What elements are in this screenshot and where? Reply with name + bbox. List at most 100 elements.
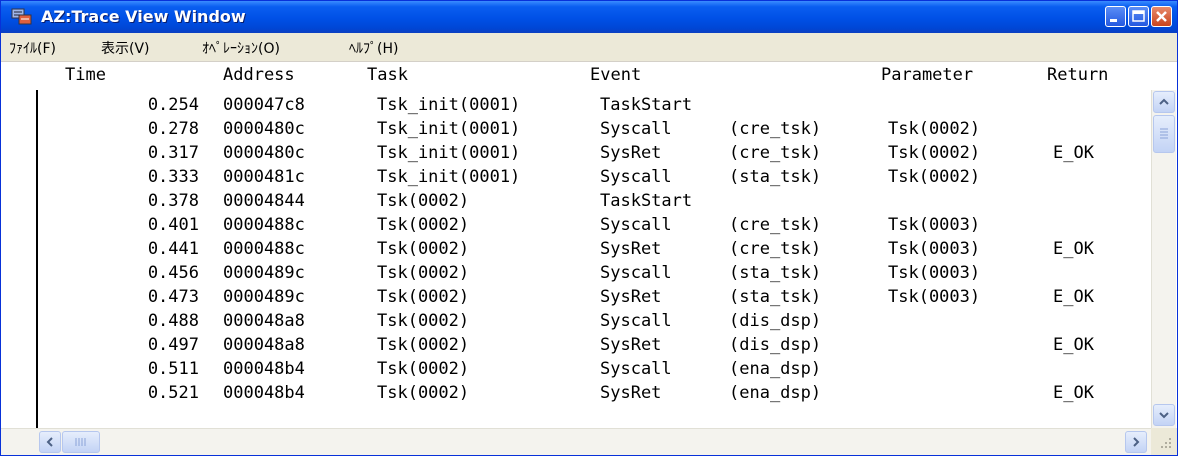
cell-return: E_OK <box>1053 383 1094 403</box>
cell-syscall: (cre_tsk) <box>729 215 822 235</box>
table-row[interactable]: 0.378 00004844 Tsk(0002) TaskStart <box>1 189 1151 213</box>
scroll-up-icon <box>1159 98 1169 105</box>
cell-event: SysRet <box>600 383 662 403</box>
maximize-icon <box>1132 10 1145 22</box>
table-row[interactable]: 0.317 0000480c Tsk_init(0001) SysRet (cre_ts… <box>1 141 1151 165</box>
cell-time: 0.401 <box>147 215 199 235</box>
cell-task: Tsk_init(0001) <box>377 119 521 139</box>
cell-return: E_OK <box>1053 143 1094 163</box>
scroll-right-button[interactable] <box>1125 431 1147 453</box>
cell-time: 0.511 <box>147 359 199 379</box>
scroll-up-button[interactable] <box>1153 91 1175 113</box>
cell-address: 0000489c <box>223 287 305 307</box>
scroll-left-button[interactable] <box>39 431 61 453</box>
table-row[interactable]: 0.511 000048b4 Tsk(0002) Syscall (ena_dsp) <box>1 357 1151 381</box>
cell-time: 0.317 <box>147 143 199 163</box>
cell-return: E_OK <box>1053 287 1094 307</box>
cell-syscall: (dis_dsp) <box>729 311 822 331</box>
resize-grip[interactable] <box>1151 428 1177 455</box>
horizontal-scrollbar[interactable] <box>1 428 1151 455</box>
cell-address: 000048a8 <box>223 335 305 355</box>
cell-parameter: Tsk(0003) <box>888 287 981 307</box>
table-row[interactable]: 0.497 000048a8 Tsk(0002) SysRet (dis_dsp) E_O… <box>1 333 1151 357</box>
title-bar[interactable]: AZ:Trace View Window <box>1 1 1177 33</box>
maximize-button[interactable] <box>1128 6 1149 27</box>
cell-address: 00004844 <box>223 191 305 211</box>
header-return[interactable]: Return <box>1047 65 1108 85</box>
cell-event: TaskStart <box>600 95 693 115</box>
trace-view-window: AZ:Trace View Window ﾌｧｲﾙ(F) 表示(V) ｵﾍﾟﾚｰ… <box>0 0 1178 456</box>
cell-task: Tsk_init(0001) <box>377 95 521 115</box>
menu-bar: ﾌｧｲﾙ(F) 表示(V) ｵﾍﾟﾚｰｼｮﾝ(O) ﾍﾙﾌﾟ(H) <box>1 33 1177 62</box>
table-row[interactable]: 0.521 000048b4 Tsk(0002) SysRet (ena_dsp) E_O… <box>1 381 1151 405</box>
table-row[interactable]: 0.441 0000488c Tsk(0002) SysRet (cre_tsk) Tsk… <box>1 237 1151 261</box>
cell-time: 0.333 <box>147 167 199 187</box>
minimize-button[interactable] <box>1105 6 1126 27</box>
table-row[interactable]: 0.488 000048a8 Tsk(0002) Syscall (dis_dsp) <box>1 309 1151 333</box>
cell-event: SysRet <box>600 143 662 163</box>
menu-file[interactable]: ﾌｧｲﾙ(F) <box>9 38 56 58</box>
cell-syscall: (ena_dsp) <box>729 383 822 403</box>
trace-list: Time Address Task Event Parameter Return… <box>1 62 1177 455</box>
cell-address: 0000480c <box>223 143 305 163</box>
menu-help[interactable]: ﾍﾙﾌﾟ(H) <box>349 38 398 58</box>
cell-time: 0.441 <box>147 239 199 259</box>
table-row[interactable]: 0.401 0000488c Tsk(0002) Syscall (cre_tsk) Ts… <box>1 213 1151 237</box>
cell-task: Tsk(0002) <box>377 287 470 307</box>
cell-task: Tsk(0002) <box>377 359 470 379</box>
cell-task: Tsk(0002) <box>377 335 470 355</box>
header-address[interactable]: Address <box>223 65 295 85</box>
scroll-down-button[interactable] <box>1153 404 1175 426</box>
cell-event: SysRet <box>600 287 662 307</box>
cell-task: Tsk(0002) <box>377 215 470 235</box>
header-task[interactable]: Task <box>367 65 408 85</box>
cell-time: 0.497 <box>147 335 199 355</box>
table-body: 0.254 000047c8 Tsk_init(0001) TaskStart 0.27… <box>1 90 1151 428</box>
cell-syscall: (dis_dsp) <box>729 335 822 355</box>
horizontal-scroll-thumb[interactable] <box>62 431 100 453</box>
close-icon <box>1156 11 1167 22</box>
table-row[interactable]: 0.473 0000489c Tsk(0002) SysRet (sta_tsk) Tsk… <box>1 285 1151 309</box>
scroll-left-icon <box>46 437 53 447</box>
cell-task: Tsk(0002) <box>377 311 470 331</box>
cell-event: TaskStart <box>600 191 693 211</box>
cell-task: Tsk(0002) <box>377 239 470 259</box>
menu-operation[interactable]: ｵﾍﾟﾚｰｼｮﾝ(O) <box>202 38 280 58</box>
cell-return: E_OK <box>1053 239 1094 259</box>
cell-event: Syscall <box>600 311 672 331</box>
vertical-scroll-thumb[interactable] <box>1153 115 1175 153</box>
cell-time: 0.488 <box>147 311 199 331</box>
column-header: Time Address Task Event Parameter Return <box>1 62 1177 88</box>
header-parameter[interactable]: Parameter <box>881 65 973 85</box>
table-row[interactable]: 0.254 000047c8 Tsk_init(0001) TaskStart <box>1 93 1151 117</box>
cell-event: Syscall <box>600 263 672 283</box>
scroll-right-icon <box>1133 437 1140 447</box>
table-row[interactable]: 0.456 0000489c Tsk(0002) Syscall (sta_tsk) Ts… <box>1 261 1151 285</box>
cell-event: SysRet <box>600 239 662 259</box>
cell-parameter: Tsk(0003) <box>888 263 981 283</box>
cell-task: Tsk(0002) <box>377 263 470 283</box>
resize-grip-icon <box>1161 438 1171 448</box>
cell-address: 0000481c <box>223 167 305 187</box>
cell-parameter: Tsk(0003) <box>888 239 981 259</box>
cell-parameter: Tsk(0003) <box>888 215 981 235</box>
menu-view[interactable]: 表示(V) <box>101 38 150 58</box>
trace-view-icon[interactable] <box>11 7 33 27</box>
cell-time: 0.378 <box>147 191 199 211</box>
cell-address: 0000488c <box>223 239 305 259</box>
header-time[interactable]: Time <box>65 65 106 85</box>
cell-address: 000047c8 <box>223 95 305 115</box>
vertical-scrollbar[interactable] <box>1151 90 1176 428</box>
table-row[interactable]: 0.278 0000480c Tsk_init(0001) Syscall (cre_t… <box>1 117 1151 141</box>
close-button[interactable] <box>1151 6 1172 27</box>
cell-parameter: Tsk(0002) <box>888 119 981 139</box>
cell-syscall: (ena_dsp) <box>729 359 822 379</box>
cell-parameter: Tsk(0002) <box>888 143 981 163</box>
cell-syscall: (cre_tsk) <box>729 119 822 139</box>
cell-time: 0.456 <box>147 263 199 283</box>
window-title: AZ:Trace View Window <box>41 7 246 26</box>
header-event[interactable]: Event <box>590 65 641 85</box>
cell-time: 0.278 <box>147 119 199 139</box>
table-row[interactable]: 0.333 0000481c Tsk_init(0001) Syscall (sta_t… <box>1 165 1151 189</box>
cell-address: 0000488c <box>223 215 305 235</box>
